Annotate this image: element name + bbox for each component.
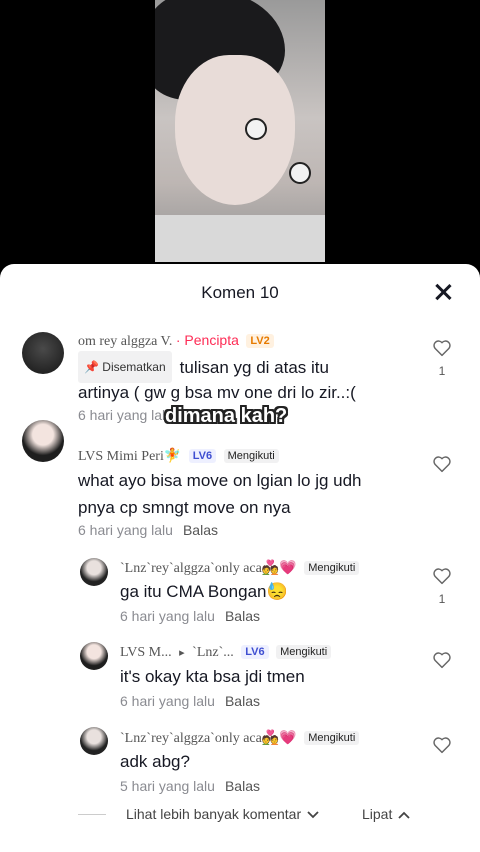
comments-title: Komen 10 (201, 283, 279, 302)
reply-meta: 6 hari yang lalu Balas (120, 693, 260, 709)
timestamp: 6 hari yang lalu (120, 608, 215, 624)
video-frame (155, 0, 325, 262)
avatar[interactable] (22, 332, 64, 374)
comment-text-line: tulisan yg di atas itu (179, 358, 329, 377)
reply-author[interactable]: `Lnz`rey`alggza`only aca💑💗 Mengikuti (120, 560, 360, 577)
smiley-sticker (289, 162, 311, 184)
comment-text-line: pnya cp smngt move on nya (78, 498, 291, 517)
comment-author[interactable]: LVS Mimi Peri🧚 LV6 Mengikuti (78, 448, 279, 465)
author-name[interactable]: `Lnz`rey`alggza`only aca💑💗 (120, 731, 297, 746)
reply-text: adk abg? (120, 752, 190, 771)
divider (78, 814, 106, 815)
following-badge: Mengikuti (223, 449, 279, 463)
author-name[interactable]: `Lnz`rey`alggza`only aca💑💗 (120, 561, 297, 576)
chevron-up-icon (398, 811, 410, 819)
level-badge: LV2 (246, 334, 274, 348)
reply-author[interactable]: LVS M... ▸ `Lnz`... LV6 Mengikuti (120, 645, 332, 661)
comment-meta: 6 hari yang lalu Balas (78, 522, 218, 538)
reply-text: ga itu CMA Bongan😓 (120, 582, 288, 601)
comment-author[interactable]: om rey alggza V. · Pencipta LV2 (78, 332, 274, 350)
reply-button[interactable]: Balas (225, 778, 260, 794)
video-background[interactable] (0, 0, 480, 275)
view-more-label: Lihat lebih banyak komentar (126, 806, 302, 822)
heart-icon[interactable] (432, 339, 452, 357)
avatar[interactable] (80, 642, 108, 670)
chevron-down-icon (307, 811, 319, 819)
smiley-sticker (245, 118, 267, 140)
following-badge: Mengikuti (304, 731, 360, 745)
close-icon[interactable] (431, 280, 455, 304)
collapse-label: Lipat (362, 806, 393, 822)
level-badge: LV6 (188, 449, 217, 463)
timestamp: 6 hari yang lalu (78, 522, 173, 538)
timestamp: 6 hari yang lalu (78, 407, 173, 423)
collapse-button[interactable]: Lipat (362, 806, 410, 822)
avatar[interactable] (22, 420, 64, 462)
reply-meta: 5 hari yang lalu Balas (120, 778, 260, 794)
heart-icon[interactable] (432, 651, 452, 669)
avatar[interactable] (80, 727, 108, 755)
comment-text-line: artinya ( gw g bsa mv one dri lo zir..:( (78, 383, 356, 402)
pin-icon: 📌 (84, 360, 99, 374)
reply-text: it's okay kta bsa jdi tmen (120, 667, 305, 686)
level-badge: LV6 (241, 645, 269, 659)
creator-label: · Pencipta (175, 332, 239, 348)
like-count: 1 (438, 592, 446, 606)
heart-icon[interactable] (432, 455, 452, 473)
timestamp: 5 hari yang lalu (120, 778, 215, 794)
reply-button[interactable]: Balas (225, 608, 260, 624)
sleeve-shape (155, 215, 325, 262)
reply-button[interactable]: Balas (225, 693, 260, 709)
like-count: 1 (438, 364, 446, 378)
author-name[interactable]: LVS M... (120, 645, 172, 660)
following-badge: Mengikuti (304, 561, 360, 575)
heart-icon[interactable] (432, 736, 452, 754)
heart-icon[interactable] (432, 567, 452, 585)
reply-button[interactable]: Balas (183, 522, 218, 538)
author-name[interactable]: LVS Mimi Peri🧚 (78, 449, 181, 464)
pinned-label: Disematkan (102, 360, 166, 374)
author-name[interactable]: om rey alggza V. (78, 334, 172, 349)
reply-author[interactable]: `Lnz`rey`alggza`only aca💑💗 Mengikuti (120, 730, 360, 747)
face-shape (175, 55, 295, 205)
view-more-replies-button[interactable]: Lihat lebih banyak komentar (126, 806, 319, 822)
video-caption-overlay: dimana kah? (165, 405, 288, 427)
reply-to-name[interactable]: `Lnz`... (192, 645, 234, 660)
timestamp: 6 hari yang lalu (120, 693, 215, 709)
reply-meta: 6 hari yang lalu Balas (120, 608, 260, 624)
following-badge: Mengikuti (276, 645, 332, 659)
avatar[interactable] (80, 558, 108, 586)
reply-arrow-icon: ▸ (179, 647, 185, 659)
comment-text-line: what ayo bisa move on lgian lo jg udh (78, 471, 362, 490)
